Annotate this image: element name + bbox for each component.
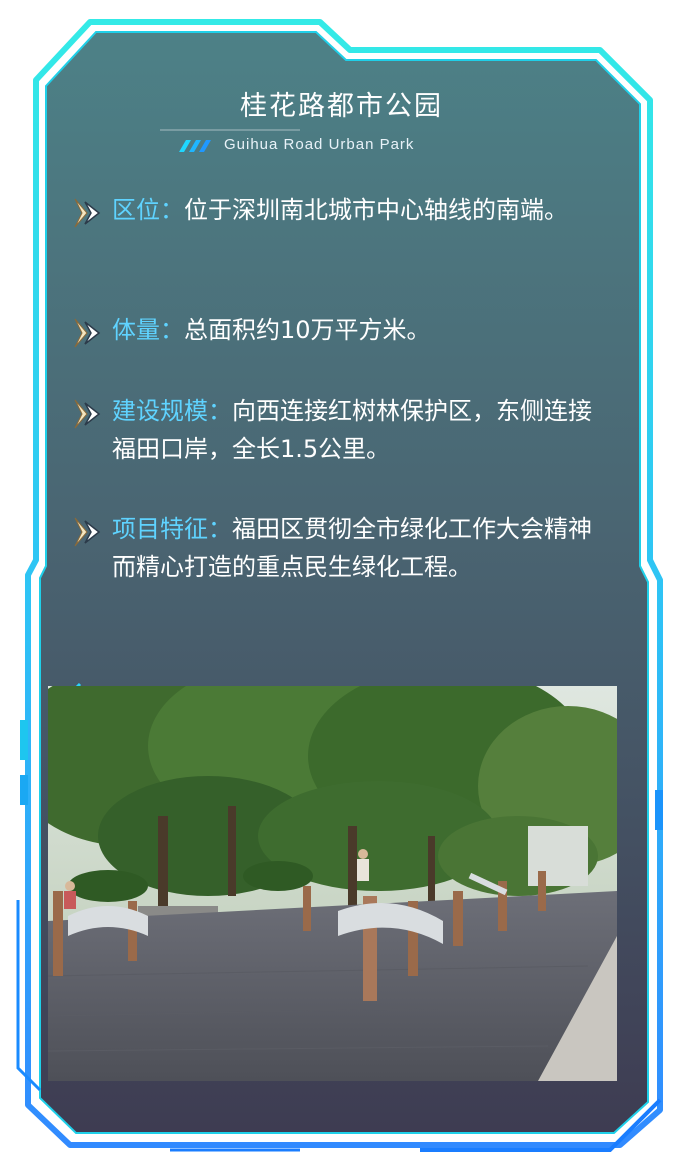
item-label: 项目特征：: [112, 515, 232, 543]
info-item-features: 项目特征：福田区贯彻全市绿化工作大会精神而精心打造的重点民生绿化工程。: [72, 510, 612, 586]
info-item-size: 体量：总面积约10万平方米。: [72, 311, 612, 349]
chevron-right-icon: [74, 198, 101, 228]
info-item-location: 区位：位于深圳南北城市中心轴线的南端。: [72, 191, 612, 229]
chevron-right-icon: [74, 517, 101, 547]
info-item-scale: 建设规模：向西连接红树林保护区，东侧连接福田口岸，全长1.5公里。: [72, 392, 612, 468]
chevron-right-icon: [74, 399, 101, 429]
item-text: 总面积约10万平方米。: [184, 316, 431, 344]
item-text: 位于深圳南北城市中心轴线的南端。: [184, 196, 568, 224]
park-subtitle: Guihua Road Urban Park: [224, 136, 415, 153]
park-photo: [48, 686, 617, 1081]
item-label: 区位：: [112, 196, 184, 224]
park-info-card: 桂花路都市公园 Guihua Road Urban Park 区位：位于深圳南北…: [0, 0, 683, 1167]
item-label: 建设规模：: [112, 397, 232, 425]
item-label: 体量：: [112, 316, 184, 344]
chevron-right-icon: [74, 318, 101, 348]
park-title: 桂花路都市公园: [240, 91, 443, 122]
